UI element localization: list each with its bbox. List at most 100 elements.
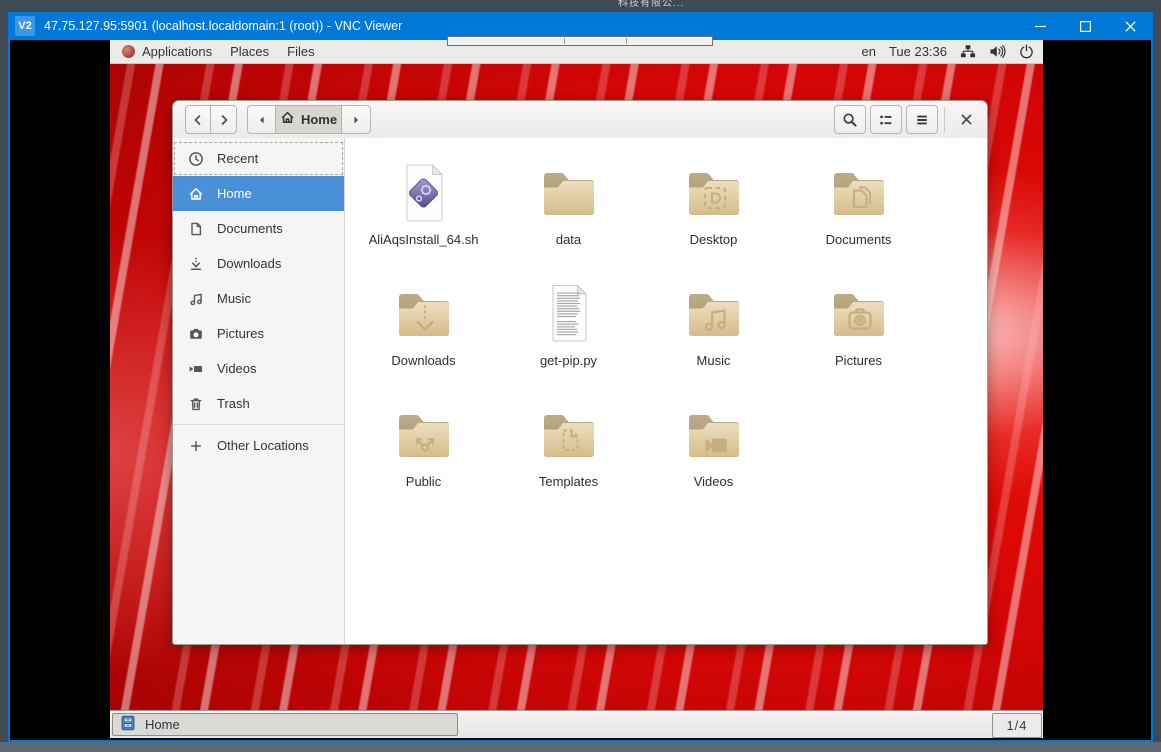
path-scroll-right-button[interactable] <box>342 105 371 134</box>
toolbar-separator <box>944 107 945 132</box>
sidebar-item-downloads[interactable]: Downloads <box>173 246 344 281</box>
close-button[interactable] <box>1108 12 1153 40</box>
applications-menu-label: Applications <box>142 44 212 59</box>
files-menu-label: Files <box>287 44 314 59</box>
sidebar-item-label: Other Locations <box>217 438 309 453</box>
forward-button[interactable] <box>211 105 237 134</box>
applications-logo-icon <box>122 45 135 58</box>
sidebar-item-label: Documents <box>217 221 283 236</box>
toolbar-handle-separator <box>626 38 627 44</box>
sidebar-item-label: Videos <box>217 361 257 376</box>
sidebar-item-videos[interactable]: Videos <box>173 351 344 386</box>
applications-menu[interactable]: Applications <box>110 40 221 63</box>
vnc-viewer-window: V2 47.75.127.95:5901 (localhost.localdom… <box>8 12 1153 742</box>
sidebar-item-label: Home <box>217 186 252 201</box>
file-item-data[interactable]: data <box>496 152 641 273</box>
places-menu[interactable]: Places <box>221 40 278 63</box>
back-button[interactable] <box>185 105 211 134</box>
file-item-aliaqsinstall-64-sh[interactable]: AliAqsInstall_64.sh <box>351 152 496 273</box>
sidebar-separator <box>173 424 344 425</box>
vnc-toolbar-handle[interactable] <box>447 36 713 46</box>
folder-music-icon <box>682 281 746 345</box>
network-icon[interactable] <box>960 44 976 59</box>
text-file-icon <box>537 281 601 345</box>
power-icon[interactable] <box>1019 44 1034 59</box>
sidebar-item-label: Recent <box>217 151 258 166</box>
sidebar-item-trash[interactable]: Trash <box>173 386 344 421</box>
script-file-icon <box>392 160 456 224</box>
taskbar-window-label: Home <box>145 717 180 732</box>
file-cabinet-icon <box>120 715 136 734</box>
minimize-button[interactable] <box>1018 12 1063 40</box>
breadcrumb-label: Home <box>301 112 337 127</box>
sidebar-item-label: Trash <box>217 396 250 411</box>
home-icon <box>188 186 204 202</box>
sidebar-item-documents[interactable]: Documents <box>173 211 344 246</box>
file-item-public[interactable]: Public <box>351 394 496 515</box>
window-close-button[interactable] <box>952 105 980 134</box>
file-item-desktop[interactable]: Desktop <box>641 152 786 273</box>
file-label: get-pip.py <box>540 353 597 368</box>
file-item-downloads[interactable]: Downloads <box>351 273 496 394</box>
files-menu[interactable]: Files <box>278 40 323 63</box>
files-window: Home <box>172 100 988 645</box>
sidebar-item-label: Music <box>217 291 251 306</box>
search-button[interactable] <box>834 105 866 134</box>
file-item-videos[interactable]: Videos <box>641 394 786 515</box>
folder-videos-icon <box>682 402 746 466</box>
file-list-area: AliAqsInstall_64.sh data Desktop Documents D… <box>345 138 987 644</box>
background-window-title: 科技有限公... <box>618 0 684 9</box>
vnc-logo-icon: V2 <box>15 16 35 36</box>
clock[interactable]: Tue 23:36 <box>889 44 947 59</box>
file-item-music[interactable]: Music <box>641 273 786 394</box>
clock-icon <box>188 151 204 167</box>
remote-desktop: Applications Places Files en Tue 23:36 <box>110 40 1043 738</box>
path-scroll-left-button[interactable] <box>247 105 276 134</box>
file-label: Documents <box>826 232 892 247</box>
screen: 科技有限公... V2 47.75.127.95:5901 (localhost… <box>0 0 1161 752</box>
file-label: Music <box>697 353 731 368</box>
sidebar-item-home[interactable]: Home <box>173 176 344 211</box>
plus-icon <box>188 438 204 454</box>
keyboard-layout-indicator[interactable]: en <box>861 44 875 59</box>
volume-icon[interactable] <box>989 44 1006 59</box>
sidebar-item-pictures[interactable]: Pictures <box>173 316 344 351</box>
folder-desktop-icon <box>682 160 746 224</box>
places-menu-label: Places <box>230 44 269 59</box>
sidebar-item-music[interactable]: Music <box>173 281 344 316</box>
folder-templates-icon <box>537 402 601 466</box>
folder-public-icon <box>392 402 456 466</box>
menu-button[interactable] <box>906 105 938 134</box>
file-grid: AliAqsInstall_64.sh data Desktop Documents D… <box>345 138 987 515</box>
taskbar-window-button-home[interactable]: Home <box>112 713 458 736</box>
document-icon <box>188 221 204 237</box>
file-label: Public <box>406 474 441 489</box>
file-label: Desktop <box>690 232 738 247</box>
workspace-indicator[interactable]: 1/4 <box>992 713 1042 738</box>
sidebar-item-other-locations[interactable]: Other Locations <box>173 428 344 463</box>
home-breadcrumb-icon <box>280 110 295 130</box>
view-toggle-button[interactable] <box>870 105 902 134</box>
file-label: Templates <box>539 474 598 489</box>
file-item-templates[interactable]: Templates <box>496 394 641 515</box>
trash-icon <box>188 396 204 412</box>
file-item-get-pip-py[interactable]: get-pip.py <box>496 273 641 394</box>
window-list-taskbar: Home 1/4 <box>110 710 1043 738</box>
file-label: AliAqsInstall_64.sh <box>369 232 479 247</box>
file-item-pictures[interactable]: Pictures <box>786 273 931 394</box>
background-window-strip <box>0 742 1161 752</box>
sidebar-item-recent[interactable]: Recent <box>173 141 344 176</box>
folder-documents-icon <box>827 160 891 224</box>
files-toolbar: Home <box>173 101 987 139</box>
download-icon <box>188 256 204 272</box>
folder-downloads-icon <box>392 281 456 345</box>
video-icon <box>188 361 204 377</box>
breadcrumb-home[interactable]: Home <box>276 105 342 134</box>
vnc-client-area: Applications Places Files en Tue 23:36 <box>10 40 1151 740</box>
file-label: Videos <box>694 474 734 489</box>
file-item-documents[interactable]: Documents <box>786 152 931 273</box>
folder-plain-icon <box>537 160 601 224</box>
folder-pictures-icon <box>827 281 891 345</box>
maximize-button[interactable] <box>1063 12 1108 40</box>
file-label: data <box>556 232 581 247</box>
